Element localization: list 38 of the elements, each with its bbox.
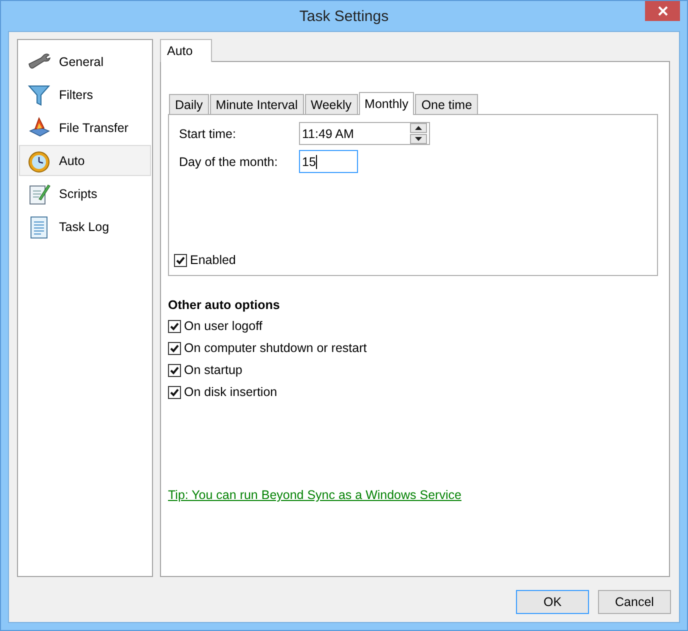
checkbox-label: Enabled (190, 253, 236, 267)
checkbox[interactable] (174, 254, 187, 266)
sidebar-item[interactable]: Auto (19, 145, 151, 176)
schedule-tab[interactable]: Daily (169, 94, 209, 114)
sidebar-item[interactable]: Filters (19, 79, 151, 110)
window-title: Task Settings (299, 8, 389, 24)
ok-button[interactable]: OK (516, 590, 589, 614)
spin-down-icon[interactable] (410, 134, 427, 144)
close-icon (658, 6, 668, 16)
sidebar-item[interactable]: General (19, 46, 151, 77)
checkbox[interactable] (168, 386, 181, 398)
checkbox-label: On computer shutdown or restart (184, 341, 367, 355)
day-input-field[interactable]: 15 (299, 150, 358, 173)
section-heading: Other auto options (168, 298, 281, 312)
close-button[interactable] (645, 1, 680, 21)
checkbox[interactable] (168, 342, 181, 354)
schedule-tab[interactable]: Monthly (358, 92, 414, 115)
sidebar-item[interactable]: Task Log (19, 211, 151, 242)
field-label: Day of the month: (178, 154, 279, 168)
field-label: Start time: (178, 126, 237, 140)
schedule-tab[interactable]: One time (415, 94, 478, 114)
checkbox-label: On disk insertion (184, 385, 278, 399)
time-spinner[interactable]: 11:49 AM (299, 122, 430, 145)
schedule-tab[interactable]: Weekly (304, 94, 358, 114)
schedule-tab[interactable]: Minute Interval (210, 94, 304, 114)
file-transfer-icon (27, 116, 51, 140)
tab[interactable]: Auto (160, 39, 212, 62)
checkbox-label: On user logoff (184, 319, 262, 333)
sidebar-item[interactable]: Scripts (19, 178, 151, 209)
cancel-button[interactable]: Cancel (598, 590, 671, 614)
sidebar-item[interactable]: File Transfer (19, 112, 151, 143)
checkbox[interactable] (168, 364, 181, 376)
spin-up-icon[interactable] (410, 123, 427, 133)
checkbox[interactable] (168, 320, 181, 332)
funnel-icon (27, 82, 51, 106)
tip-link[interactable]: Tip: You can run Beyond Sync as a Windows Service (168, 488, 462, 502)
clock-icon (27, 148, 51, 172)
checkbox-label: On startup (184, 363, 242, 377)
